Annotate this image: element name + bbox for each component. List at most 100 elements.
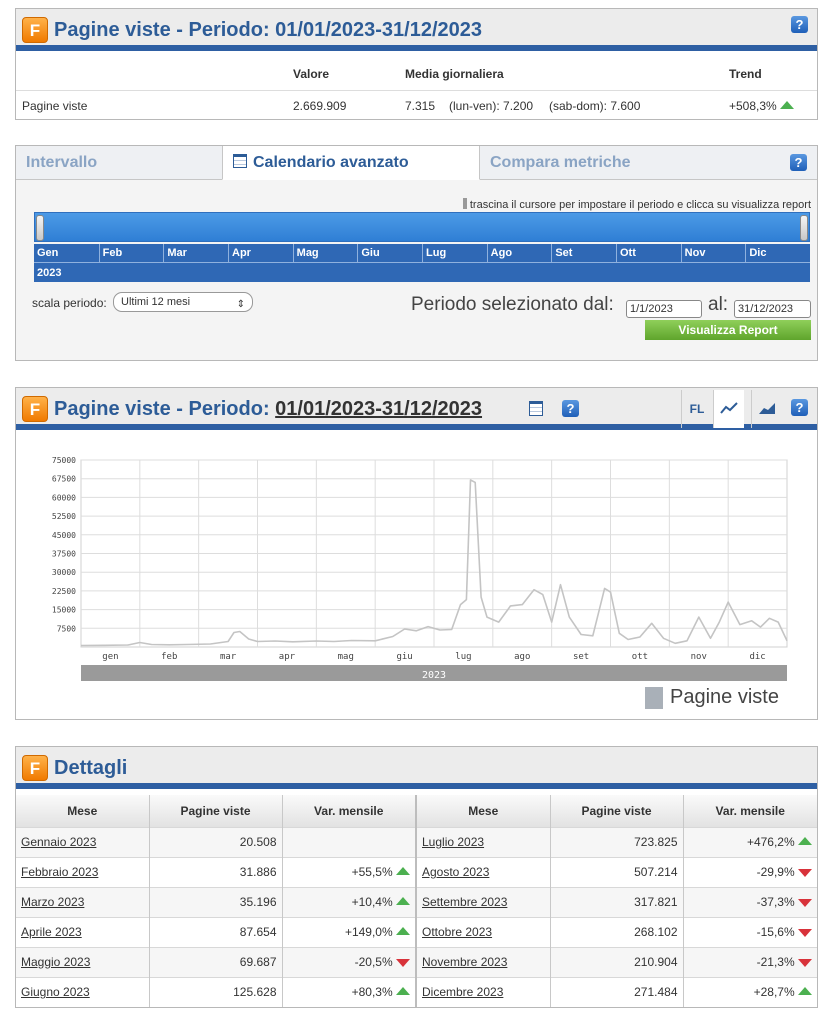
trend-value: +508,3% [729,99,777,113]
trend-up-icon [396,897,410,905]
area-chart-icon [759,403,775,414]
month-link[interactable]: Gennaio 2023 [16,826,150,857]
summary-title: Pagine viste - Periodo: 01/01/2023-31/12… [54,19,483,41]
col-mese: Mese [416,795,551,827]
pageviews-cell: 20.508 [149,826,283,857]
line-chart: 7500 15000 22500 30000 37500 45000 52500 60000 6… [52,456,788,682]
summary-table: Valore Media giornaliera Trend Pagine vi… [16,57,817,121]
details-header: F Dettagli [16,747,817,789]
variation-cell: -37,3% [683,886,817,917]
month-link[interactable]: Novembre 2023 [416,946,551,977]
row-label: Pagine viste [22,99,88,113]
pageviews-cell: 268.102 [550,916,684,947]
row-trend: +508,3% [729,99,795,113]
slider-month-nov: Nov [680,244,746,262]
y-tick-label: 37500 [52,550,76,559]
periodo-dal-label: Periodo selezionato dal: [411,294,614,315]
trend-up-icon [396,867,410,875]
fl-label: FL [689,402,705,416]
x-tick-label: apr [279,652,296,662]
month-link[interactable]: Febbraio 2023 [16,856,150,887]
tab-compara-label: Compara metriche [490,154,631,171]
al-label: al: [708,294,729,315]
x-tick-label: lug [455,652,471,662]
month-link[interactable]: Ottobre 2023 [416,916,551,947]
tab-compara-metriche[interactable]: Compara metriche ? [480,146,817,180]
pageviews-cell: 317.821 [550,886,684,917]
variation-cell: -29,9% [683,856,817,887]
period-slider[interactable] [34,212,810,242]
x-tick-label: set [573,652,589,662]
slider-handle-end[interactable] [800,215,808,241]
month-link[interactable]: Agosto 2023 [416,856,551,887]
col-var-mensile: Var. mensile [683,795,817,827]
trend-up-icon [780,101,795,109]
pageviews-cell: 69.687 [149,946,283,977]
chart-title-period[interactable]: 01/01/2023-31/12/2023 [275,398,482,420]
month-link[interactable]: Settembre 2023 [416,886,551,917]
help-icon[interactable]: ? [790,154,807,171]
line-chart-button[interactable] [713,390,744,428]
table-row: Maggio 2023 69.687 -20,5% Novembre 2023 210… [16,946,817,977]
slider-month-lug: Lug [422,244,487,262]
x-tick-label: nov [691,652,707,662]
visualizza-report-button[interactable]: Visualizza Report [645,320,811,340]
x-tick-label: mag [338,652,354,662]
summary-row: Pagine viste 2.669.909 7.315 (lun-ven): … [16,91,817,121]
help-icon[interactable]: ? [791,16,808,33]
scala-select[interactable]: Ultimi 12 mesi ⇕ [113,292,253,312]
col-pagine-viste: Pagine viste [550,795,684,827]
y-tick-label: 75000 [52,456,76,465]
month-link[interactable]: Luglio 2023 [416,826,551,857]
x-tick-label: ott [632,652,648,662]
trend-down-icon [798,869,812,877]
trend-up-icon [396,927,410,935]
tab-bar: Intervallo Calendario avanzato Compara m… [16,146,817,180]
header-trend: Trend [729,67,762,81]
variation-cell: +10,4% [282,886,417,917]
slider-month-ott: Ott [616,244,681,262]
f-logo-icon: F [22,755,48,781]
x-tick-label: giu [396,652,412,662]
tab-calendario-avanzato[interactable]: Calendario avanzato [222,146,480,180]
col-mese: Mese [16,795,150,827]
variation-cell: +28,7% [683,976,817,1007]
slider-handle-start[interactable] [36,215,44,241]
f-logo-icon: F [22,17,48,43]
slider-month-dic: Dic [745,244,810,262]
row-media: 7.315 [405,99,436,113]
trend-up-icon [798,837,812,845]
month-link[interactable]: Aprile 2023 [16,916,150,947]
x-tick-label: gen [102,652,118,662]
slider-months: Gen Feb Mar Apr Mag Giu Lug Ago Set Ott Nov Dic [34,244,810,262]
pageviews-cell: 35.196 [149,886,283,917]
table-row: Aprile 2023 87.654 +149,0% Ottobre 2023 268… [16,916,817,947]
month-link[interactable]: Marzo 2023 [16,886,150,917]
y-tick-label: 7500 [57,624,76,633]
month-link[interactable]: Dicembre 2023 [416,976,551,1007]
date-from-input[interactable]: 1/1/2023 [626,300,702,318]
area-chart-button[interactable] [751,390,782,428]
table-row: Febbraio 2023 31.886 +55,5% Agosto 2023 507… [16,856,817,887]
tab-intervallo[interactable]: Intervallo [16,146,223,180]
pageviews-cell: 210.904 [550,946,684,977]
month-link[interactable]: Giugno 2023 [16,976,150,1007]
periodo-label: Periodo selezionato dal: [411,294,614,316]
variation-cell: +80,3% [282,976,417,1007]
slider-month-mar: Mar [163,244,228,262]
help-icon[interactable]: ? [791,399,808,416]
row-lun-ven: (lun-ven): 7.200 [449,99,534,113]
calendar-tab-body: trascina il cursore per impostare il per… [16,180,817,360]
date-to-input[interactable]: 31/12/2023 [734,300,811,318]
slider-month-mag: Mag [292,244,358,262]
trend-down-icon [396,959,410,967]
calendar-icon[interactable] [529,401,543,416]
summary-header: F Pagine viste - Periodo: 01/01/2023-31/… [16,9,817,51]
table-row: Marzo 2023 35.196 +10,4% Settembre 2023 317… [16,886,817,917]
pageviews-cell: 723.825 [550,826,684,857]
slider-month-set: Set [551,244,616,262]
month-link[interactable]: Maggio 2023 [16,946,150,977]
summary-table-header: Valore Media giornaliera Trend [16,57,817,91]
help-icon[interactable]: ? [562,400,579,417]
fl-button[interactable]: FL [681,390,712,428]
